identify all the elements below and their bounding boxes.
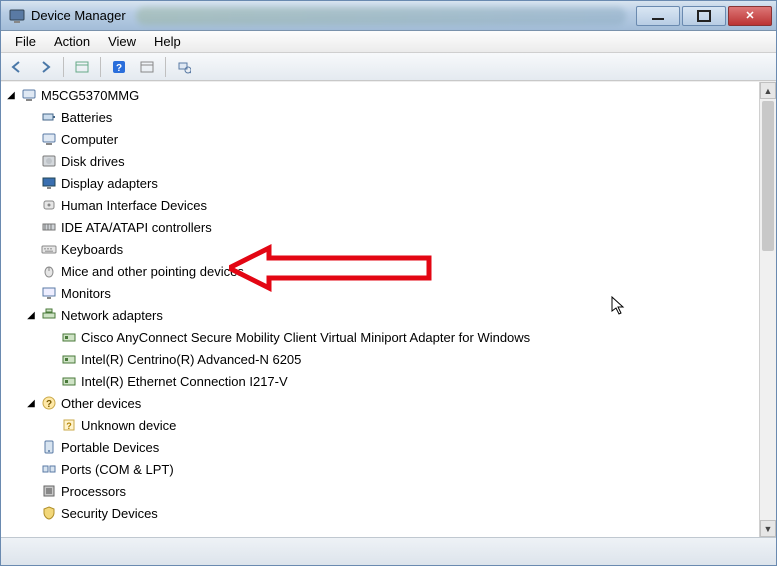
network-icon: [41, 307, 57, 323]
window-buttons: [636, 6, 772, 26]
show-hidden-button[interactable]: [70, 56, 94, 78]
ide-icon: [41, 219, 57, 235]
content-area: ◢ M5CG5370MMG Batteries Computer Disk drives…: [1, 81, 776, 537]
tree-node-label: Processors: [61, 484, 126, 499]
portable-icon: [41, 439, 57, 455]
tree-node[interactable]: Disk drives: [25, 150, 759, 172]
tree-root-node[interactable]: ◢ M5CG5370MMG: [5, 84, 759, 106]
toolbar-separator: [100, 57, 101, 77]
monitor-icon: [41, 285, 57, 301]
tree-node[interactable]: Portable Devices: [25, 436, 759, 458]
menu-action[interactable]: Action: [46, 32, 98, 51]
tree-node-label: Other devices: [61, 396, 141, 411]
menu-help[interactable]: Help: [146, 32, 189, 51]
device-manager-window: Device Manager File Action View Help ? ◢…: [0, 0, 777, 566]
toolbar: ?: [1, 53, 776, 81]
tree-node-label: Human Interface Devices: [61, 198, 207, 213]
keyboard-icon: [41, 241, 57, 257]
back-button[interactable]: [5, 56, 29, 78]
ports-icon: [41, 461, 57, 477]
svg-text:?: ?: [66, 421, 72, 431]
vertical-scrollbar[interactable]: ▲ ▼: [759, 82, 776, 537]
nic-icon: [61, 351, 77, 367]
titlebar[interactable]: Device Manager: [1, 1, 776, 31]
device-tree[interactable]: ◢ M5CG5370MMG Batteries Computer Disk drives…: [1, 82, 759, 537]
tree-node[interactable]: Processors: [25, 480, 759, 502]
close-button[interactable]: [728, 6, 772, 26]
tree-node-label: Keyboards: [61, 242, 123, 257]
computer-icon: [41, 131, 57, 147]
tree-node-label: Display adapters: [61, 176, 158, 191]
tree-node-label: Unknown device: [81, 418, 176, 433]
tree-node[interactable]: ◢ Network adapters: [25, 304, 759, 326]
help-button[interactable]: ?: [107, 56, 131, 78]
tree-node[interactable]: Security Devices: [25, 502, 759, 524]
mouse-icon: [41, 263, 57, 279]
tree-node[interactable]: Display adapters: [25, 172, 759, 194]
nic-icon: [61, 329, 77, 345]
collapse-icon[interactable]: ◢: [25, 309, 37, 321]
forward-button[interactable]: [33, 56, 57, 78]
maximize-button[interactable]: [682, 6, 726, 26]
app-icon: [9, 8, 25, 24]
tree-node[interactable]: Ports (COM & LPT): [25, 458, 759, 480]
tree-node-label: Portable Devices: [61, 440, 159, 455]
scroll-down-button[interactable]: ▼: [760, 520, 776, 537]
tree-node[interactable]: Human Interface Devices: [25, 194, 759, 216]
tree-node[interactable]: Batteries: [25, 106, 759, 128]
display-icon: [41, 175, 57, 191]
window-title: Device Manager: [31, 8, 126, 23]
collapse-icon[interactable]: ◢: [25, 397, 37, 409]
unknown-icon: ?: [61, 417, 77, 433]
tree-node-label: M5CG5370MMG: [41, 88, 139, 103]
tree-node-label: Mice and other pointing devices: [61, 264, 244, 279]
tree-node[interactable]: Monitors: [25, 282, 759, 304]
svg-text:?: ?: [46, 399, 52, 410]
tree-node[interactable]: ? Unknown device: [45, 414, 759, 436]
svg-text:?: ?: [116, 63, 122, 74]
tree-node-label: Security Devices: [61, 506, 158, 521]
tree-node[interactable]: Mice and other pointing devices: [25, 260, 759, 282]
tree-node-label: Batteries: [61, 110, 112, 125]
menu-view[interactable]: View: [100, 32, 144, 51]
tree-node[interactable]: Cisco AnyConnect Secure Mobility Client …: [45, 326, 759, 348]
minimize-button[interactable]: [636, 6, 680, 26]
tree-node-label: IDE ATA/ATAPI controllers: [61, 220, 212, 235]
tree-node-label: Disk drives: [61, 154, 125, 169]
tree-node[interactable]: Intel(R) Ethernet Connection I217-V: [45, 370, 759, 392]
other-icon: ?: [41, 395, 57, 411]
tree-node-label: Ports (COM & LPT): [61, 462, 174, 477]
tree-node-label: Computer: [61, 132, 118, 147]
menu-file[interactable]: File: [7, 32, 44, 51]
tree-node-label: Intel(R) Ethernet Connection I217-V: [81, 374, 288, 389]
tree-node[interactable]: Intel(R) Centrino(R) Advanced-N 6205: [45, 348, 759, 370]
properties-button[interactable]: [135, 56, 159, 78]
security-icon: [41, 505, 57, 521]
nic-icon: [61, 373, 77, 389]
scroll-track[interactable]: [760, 253, 776, 520]
tree-node-label: Intel(R) Centrino(R) Advanced-N 6205: [81, 352, 301, 367]
hid-icon: [41, 197, 57, 213]
scroll-thumb[interactable]: [762, 101, 774, 251]
disk-icon: [41, 153, 57, 169]
scan-hardware-button[interactable]: [172, 56, 196, 78]
tree-node-label: Monitors: [61, 286, 111, 301]
computer-icon: [21, 87, 37, 103]
tree-node[interactable]: Keyboards: [25, 238, 759, 260]
tree-node-label: Network adapters: [61, 308, 163, 323]
toolbar-separator: [63, 57, 64, 77]
tree-node[interactable]: Computer: [25, 128, 759, 150]
tree-node[interactable]: ◢? Other devices: [25, 392, 759, 414]
statusbar: [1, 537, 776, 565]
toolbar-separator: [165, 57, 166, 77]
battery-icon: [41, 109, 57, 125]
tree-node[interactable]: IDE ATA/ATAPI controllers: [25, 216, 759, 238]
title-blur-area: [136, 7, 626, 25]
scroll-up-button[interactable]: ▲: [760, 82, 776, 99]
tree-node-label: Cisco AnyConnect Secure Mobility Client …: [81, 330, 530, 345]
processor-icon: [41, 483, 57, 499]
collapse-icon[interactable]: ◢: [5, 89, 17, 101]
menubar: File Action View Help: [1, 31, 776, 53]
